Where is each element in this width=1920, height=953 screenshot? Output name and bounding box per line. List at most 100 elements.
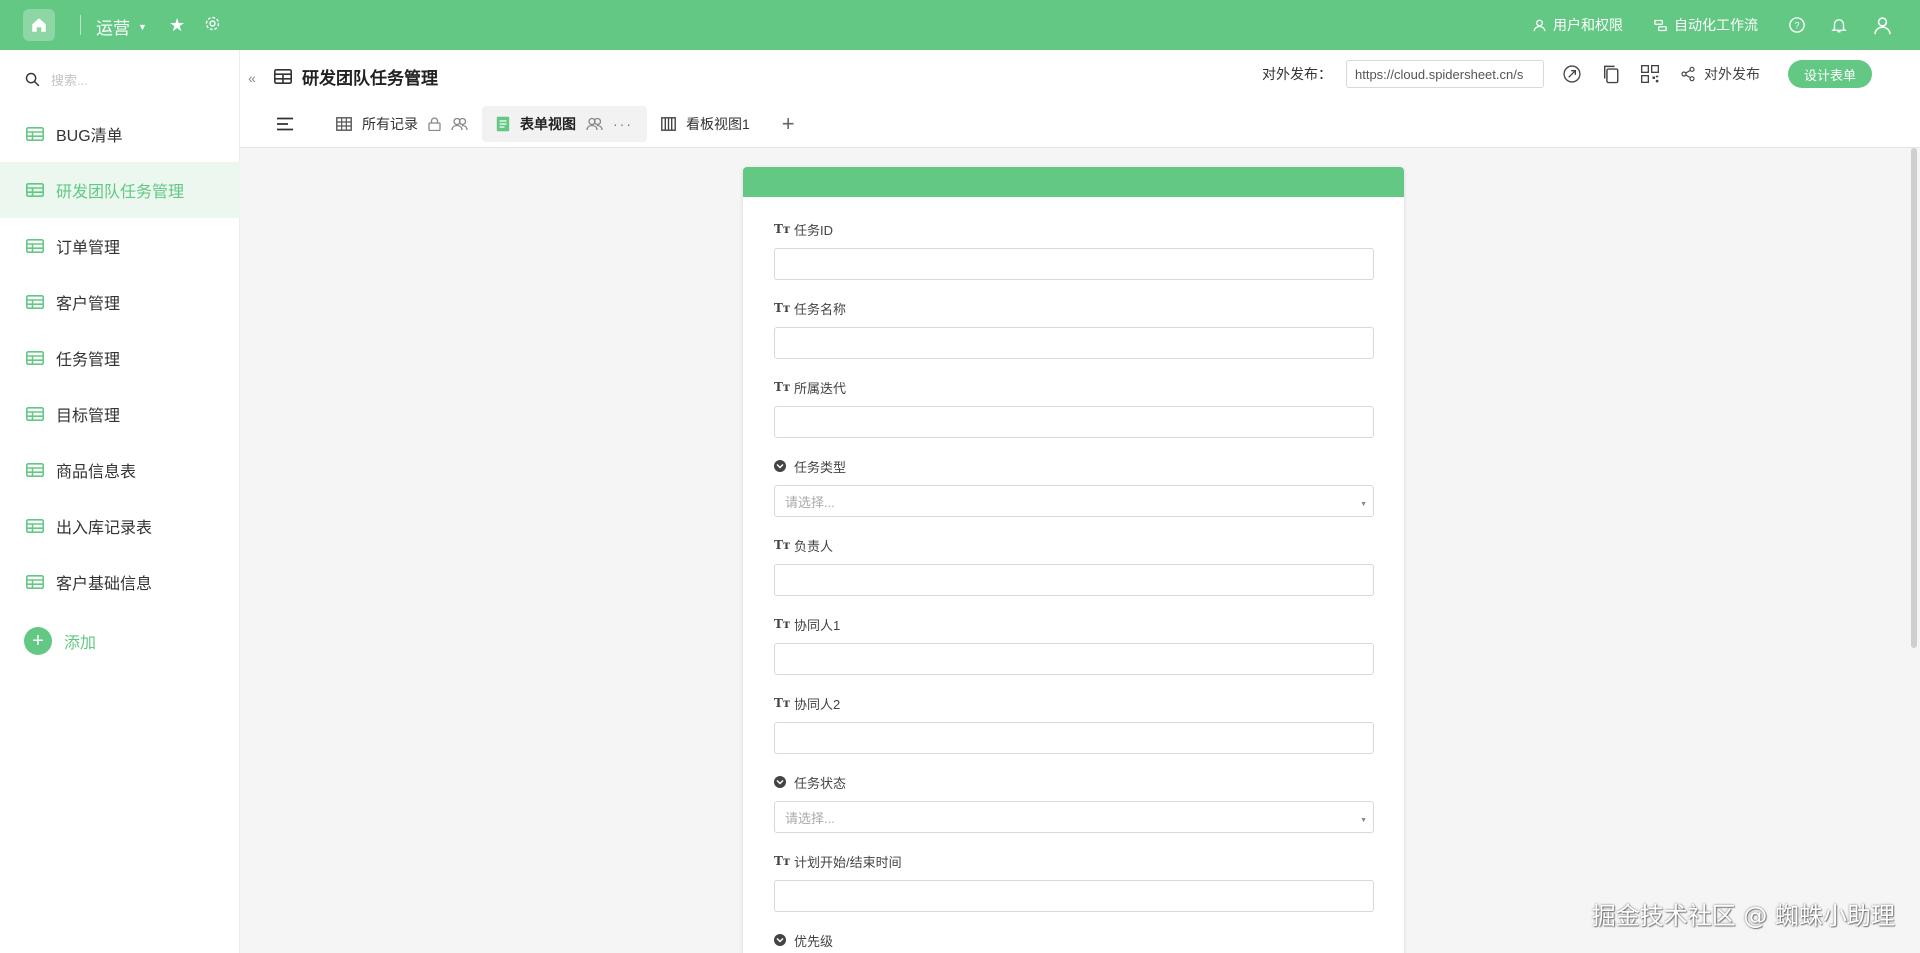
field-label-text: 任务ID	[794, 222, 834, 238]
table-icon	[26, 239, 44, 253]
add-view-button[interactable]: +	[782, 111, 795, 137]
members-icon	[586, 117, 603, 131]
share-publish-button[interactable]: 对外发布	[1680, 64, 1760, 84]
help-icon[interactable]: ?	[1788, 16, 1806, 34]
tab-label: 表单视图	[520, 116, 576, 132]
field-label-text: 所属迭代	[794, 380, 847, 396]
form-header-banner	[743, 167, 1404, 197]
task-type-select[interactable]: 请选择... ▼	[774, 485, 1374, 517]
text-field-icon: Tт	[774, 617, 791, 631]
home-icon	[32, 18, 46, 32]
table-icon	[26, 351, 44, 365]
share-icon	[1681, 66, 1695, 82]
task-status-select[interactable]: 请选择... ▼	[774, 801, 1374, 833]
sidebar-item-customers[interactable]: 客户管理	[0, 274, 240, 330]
text-field-icon: Tт	[774, 222, 791, 236]
field-label: Tт 协同人1	[774, 615, 1374, 633]
sidebar-item-customer-info[interactable]: 客户基础信息	[0, 554, 240, 610]
account-icon[interactable]	[1872, 15, 1893, 36]
sidebar-item-products[interactable]: 商品信息表	[0, 442, 240, 498]
form-area: Tт 任务ID Tт 任务名称 Tт 所属迭代 任务类型 请选择... ▼ Tт…	[240, 148, 1920, 953]
sidebar-item-label: 商品信息表	[56, 464, 137, 481]
field-label-text: 负责人	[794, 538, 834, 554]
star-icon[interactable]: ★	[169, 15, 185, 36]
home-button[interactable]	[23, 9, 55, 41]
sidebar-item-orders[interactable]: 订单管理	[0, 218, 240, 274]
scrollbar-thumb[interactable]	[1911, 148, 1917, 648]
form-field-task-status: 任务状态 请选择... ▼	[774, 773, 1374, 833]
sidebar-item-tasks[interactable]: 任务管理	[0, 330, 240, 386]
double-chevron-left-icon: «	[248, 70, 256, 86]
automation-workflow-label: 自动化工作流	[1674, 17, 1758, 33]
form-scrollbar[interactable]	[1908, 148, 1920, 953]
dropdown-field-icon	[774, 460, 786, 472]
users-permissions-label: 用户和权限	[1553, 17, 1623, 33]
iteration-input[interactable]	[774, 406, 1374, 438]
sidebar-item-inventory-records[interactable]: 出入库记录表	[0, 498, 240, 554]
form-field-iteration: Tт 所属迭代	[774, 378, 1374, 438]
dropdown-field-icon	[774, 934, 786, 946]
field-label: Tт 负责人	[774, 536, 1374, 554]
sidebar-item-label: BUG清单	[56, 128, 123, 145]
collapse-sidebar-button[interactable]: «	[240, 64, 264, 92]
select-placeholder: 请选择...	[785, 810, 835, 826]
tab-form-view[interactable]: 表单视图 ···	[482, 106, 647, 142]
tab-kanban-view[interactable]: 看板视图1	[647, 106, 764, 142]
sidebar-item-label: 出入库记录表	[56, 520, 153, 537]
workspace-switcher[interactable]: 运营 ▼	[96, 14, 147, 39]
field-label: Tт 任务ID	[774, 220, 1374, 238]
field-label: Tт 协同人2	[774, 694, 1374, 712]
sidebar-item-dev-team-tasks[interactable]: 研发团队任务管理	[0, 162, 240, 218]
field-label: 任务类型	[774, 457, 1374, 475]
form-field-collaborator-2: Tт 协同人2	[774, 694, 1374, 754]
tab-label: 看板视图1	[686, 116, 750, 132]
text-field-icon: Tт	[774, 538, 791, 552]
tab-all-records[interactable]: 所有记录	[322, 106, 482, 142]
table-icon	[26, 575, 44, 589]
sidebar-search[interactable]: 搜索...	[24, 70, 88, 89]
field-label: 任务状态	[774, 773, 1374, 791]
task-name-input[interactable]	[774, 327, 1374, 359]
page-title-area: 研发团队任务管理	[274, 64, 438, 89]
bell-icon[interactable]	[1830, 16, 1848, 34]
plan-time-input[interactable]	[774, 880, 1374, 912]
menu-icon[interactable]	[276, 117, 294, 131]
sidebar-item-goals[interactable]: 目标管理	[0, 386, 240, 442]
task-id-input[interactable]	[774, 248, 1374, 280]
open-link-icon[interactable]	[1562, 64, 1582, 84]
more-options-icon[interactable]: ···	[613, 116, 633, 132]
table-icon	[26, 183, 44, 197]
field-label: Tт 计划开始/结束时间	[774, 852, 1374, 870]
collaborator-1-input[interactable]	[774, 643, 1374, 675]
sidebar-nav: BUG清单 研发团队任务管理 订单管理 客户管理 任务管理 目标管理 商品信息表	[0, 106, 240, 610]
sidebar-item-label: 客户基础信息	[56, 576, 153, 593]
copy-icon[interactable]	[1602, 64, 1620, 84]
design-form-button[interactable]: 设计表单	[1787, 60, 1872, 88]
automation-workflow-link[interactable]: 自动化工作流	[1653, 15, 1758, 35]
collaborator-2-input[interactable]	[774, 722, 1374, 754]
settings-icon[interactable]	[204, 15, 221, 37]
dropdown-field-icon	[774, 776, 786, 788]
top-bar: 运营 ▼ ★ 用户和权限 自动化工作流 ?	[0, 0, 1920, 50]
field-label-text: 协同人2	[794, 696, 841, 712]
table-icon	[26, 519, 44, 533]
field-label-text: 任务名称	[794, 301, 847, 317]
form-card: Tт 任务ID Tт 任务名称 Tт 所属迭代 任务类型 请选择... ▼ Tт…	[743, 167, 1404, 953]
caret-down-icon: ▼	[1360, 817, 1367, 824]
public-url-field[interactable]: https://cloud.spidersheet.cn/s	[1345, 60, 1544, 88]
sidebar-item-label: 研发团队任务管理	[56, 184, 185, 201]
qrcode-icon[interactable]	[1640, 64, 1660, 84]
add-table-button[interactable]: + 添加	[24, 627, 96, 655]
page-title: 研发团队任务管理	[302, 69, 438, 88]
text-field-icon: Tт	[774, 696, 791, 710]
field-label-text: 协同人1	[794, 617, 841, 633]
select-placeholder: 请选择...	[785, 494, 835, 510]
form-field-task-id: Tт 任务ID	[774, 220, 1374, 280]
assignee-input[interactable]	[774, 564, 1374, 596]
field-label-text: 优先级	[794, 933, 834, 949]
share-label: 对外发布	[1703, 66, 1760, 82]
sidebar-item-bug-list[interactable]: BUG清单	[0, 106, 240, 162]
sidebar-item-label: 订单管理	[56, 240, 121, 257]
users-permissions-link[interactable]: 用户和权限	[1532, 15, 1623, 35]
plus-icon: +	[24, 627, 52, 655]
